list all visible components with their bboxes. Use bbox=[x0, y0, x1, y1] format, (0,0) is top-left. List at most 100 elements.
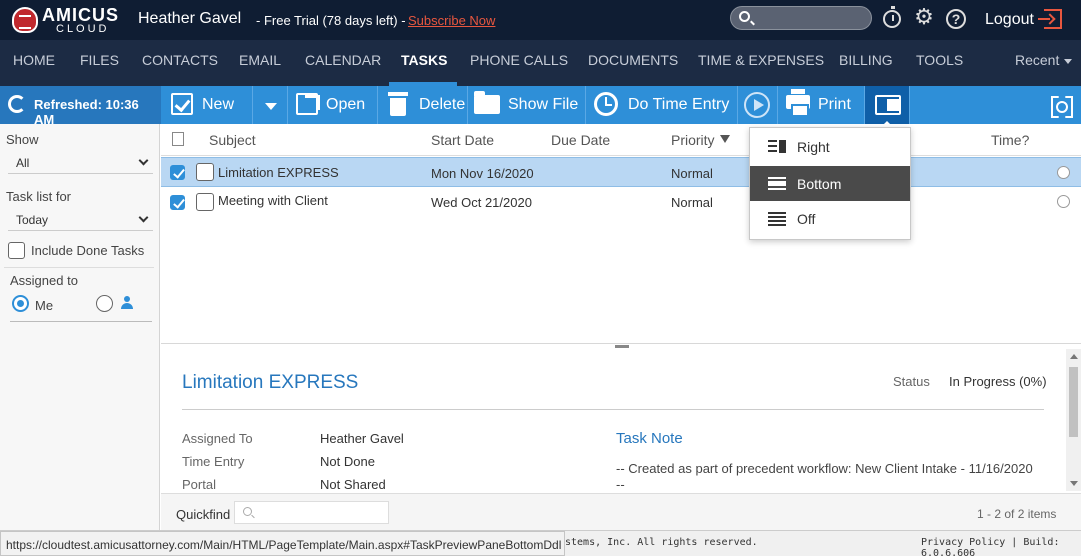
pane-off-icon bbox=[768, 212, 786, 226]
delete-label: Delete bbox=[419, 96, 466, 113]
nav-files[interactable]: FILES bbox=[80, 52, 119, 68]
scroll-thumb[interactable] bbox=[1069, 367, 1078, 437]
open-external-icon bbox=[296, 93, 320, 115]
help-icon[interactable]: ? bbox=[946, 9, 966, 29]
pane-splitter[interactable] bbox=[161, 343, 1081, 344]
menu-item-right-label: Right bbox=[797, 139, 830, 155]
nav-billing[interactable]: BILLING bbox=[839, 52, 893, 68]
task-done-checkbox[interactable] bbox=[196, 163, 214, 181]
assigned-to-label: Assigned To bbox=[182, 431, 253, 446]
col-start-date[interactable]: Start Date bbox=[431, 132, 494, 148]
logout-icon[interactable] bbox=[1038, 9, 1062, 29]
cell-priority: Normal bbox=[671, 166, 713, 181]
sidebar-divider bbox=[10, 321, 152, 322]
task-toolbar: Refreshed: 10:36 AM New Open Delete Show… bbox=[0, 86, 1081, 127]
nav-recent[interactable]: Recent bbox=[1015, 52, 1059, 68]
trial-status: - Free Trial (78 days left) - bbox=[256, 13, 406, 28]
subscribe-link[interactable]: Subscribe Now bbox=[408, 13, 495, 28]
refreshed-time: Refreshed: 10:36 AM bbox=[34, 97, 139, 127]
scroll-down-icon[interactable] bbox=[1070, 481, 1078, 486]
row-select-checkbox[interactable] bbox=[170, 165, 185, 180]
nav-time-expenses[interactable]: TIME & EXPENSES bbox=[698, 52, 824, 68]
open-label: Open bbox=[326, 96, 366, 113]
menu-item-off[interactable]: Off bbox=[750, 201, 910, 236]
nav-tasks[interactable]: TASKS bbox=[401, 52, 447, 68]
gear-icon[interactable]: ⚙ bbox=[914, 6, 934, 28]
stopwatch-icon[interactable] bbox=[883, 6, 901, 28]
top-header: AMICUS CLOUD Heather Gavel - Free Trial … bbox=[0, 0, 1081, 40]
col-priority[interactable]: Priority bbox=[671, 132, 715, 148]
new-button[interactable]: New bbox=[161, 86, 253, 124]
printer-icon bbox=[786, 89, 810, 117]
logout-button[interactable]: Logout bbox=[985, 11, 1034, 29]
assigned-me-radio[interactable] bbox=[12, 295, 29, 312]
task-done-checkbox[interactable] bbox=[196, 193, 214, 211]
preview-pane-icon bbox=[875, 95, 901, 115]
include-done-label: Include Done Tasks bbox=[31, 243, 145, 258]
drag-handle-icon[interactable] bbox=[615, 345, 629, 348]
timer-play-button[interactable] bbox=[738, 86, 778, 124]
table-row[interactable]: Meeting with Client Wed Oct 21/2020 Norm… bbox=[161, 187, 1081, 217]
quickfind-bar: Quickfind 1 - 2 of 2 items bbox=[161, 493, 1081, 530]
sidebar-divider bbox=[4, 267, 154, 268]
nav-documents[interactable]: DOCUMENTS bbox=[588, 52, 678, 68]
cell-start-date: Mon Nov 16/2020 bbox=[431, 166, 534, 181]
trash-icon bbox=[388, 92, 408, 116]
do-time-entry-button[interactable]: Do Time Entry bbox=[586, 86, 738, 124]
row-select-checkbox[interactable] bbox=[170, 195, 185, 210]
sort-desc-icon[interactable] bbox=[720, 135, 730, 143]
cell-start-date: Wed Oct 21/2020 bbox=[431, 195, 532, 210]
show-file-button[interactable]: Show File bbox=[468, 86, 586, 124]
include-done-checkbox[interactable] bbox=[8, 242, 25, 259]
folder-icon bbox=[474, 91, 500, 114]
quickfind-label: Quickfind bbox=[176, 507, 231, 522]
privacy-policy-link[interactable]: Privacy Policy | Build: 6.0.6.606 bbox=[921, 537, 1081, 556]
scroll-up-icon[interactable] bbox=[1070, 354, 1078, 359]
menu-item-bottom[interactable]: Bottom bbox=[750, 166, 910, 201]
quickfind-input[interactable] bbox=[234, 501, 389, 524]
menu-item-right[interactable]: Right bbox=[750, 129, 910, 164]
nav-tools[interactable]: TOOLS bbox=[916, 52, 963, 68]
assigned-other-radio[interactable] bbox=[96, 295, 113, 312]
time-radio[interactable] bbox=[1057, 195, 1070, 208]
refresh-icon bbox=[8, 95, 26, 113]
pane-bottom-icon bbox=[768, 177, 786, 190]
open-button[interactable]: Open bbox=[288, 86, 378, 124]
preview-pane-menu: Right Bottom Off bbox=[749, 127, 911, 240]
task-grid: Subject Start Date Due Date Priority Tim… bbox=[161, 124, 1081, 344]
show-value: All bbox=[16, 156, 30, 170]
grid-header: Subject Start Date Due Date Priority Tim… bbox=[161, 124, 1081, 156]
col-subject[interactable]: Subject bbox=[209, 132, 256, 148]
user-name: Heather Gavel bbox=[138, 10, 242, 27]
amicus-logo[interactable]: AMICUS CLOUD bbox=[12, 5, 122, 35]
nav-email[interactable]: EMAIL bbox=[239, 52, 281, 68]
status-bar-url: https://cloudtest.amicusattorney.com/Mai… bbox=[0, 531, 565, 556]
nav-phone-calls[interactable]: PHONE CALLS bbox=[470, 52, 568, 68]
nav-contacts[interactable]: CONTACTS bbox=[142, 52, 218, 68]
delete-button[interactable]: Delete bbox=[378, 86, 468, 124]
task-list-select[interactable]: Today bbox=[8, 209, 153, 231]
chevron-down-icon[interactable] bbox=[1064, 59, 1072, 64]
refresh-button[interactable]: Refreshed: 10:36 AM bbox=[0, 86, 161, 127]
task-note-text-2: -- bbox=[616, 477, 625, 491]
show-select[interactable]: All bbox=[8, 152, 153, 174]
table-row[interactable]: Limitation EXPRESS Mon Nov 16/2020 Norma… bbox=[161, 157, 1081, 187]
preview-pane-button[interactable] bbox=[865, 86, 910, 124]
col-time[interactable]: Time? bbox=[991, 132, 1029, 148]
nav-calendar[interactable]: CALENDAR bbox=[305, 52, 381, 68]
cell-priority: Normal bbox=[671, 195, 713, 210]
menu-item-off-label: Off bbox=[797, 211, 816, 227]
detail-title: Limitation EXPRESS bbox=[182, 372, 359, 393]
show-label: Show bbox=[6, 132, 39, 147]
global-search-input[interactable] bbox=[730, 6, 872, 30]
print-button[interactable]: Print bbox=[778, 86, 865, 124]
person-icon[interactable] bbox=[120, 296, 134, 310]
time-radio[interactable] bbox=[1057, 166, 1070, 179]
nav-home[interactable]: HOME bbox=[13, 52, 55, 68]
chevron-down-icon bbox=[138, 155, 149, 166]
new-dropdown-button[interactable] bbox=[253, 86, 288, 124]
portal-label: Portal bbox=[182, 477, 216, 491]
col-due-date[interactable]: Due Date bbox=[551, 132, 610, 148]
detail-scrollbar[interactable] bbox=[1066, 349, 1081, 491]
fullscreen-icon[interactable] bbox=[1051, 96, 1069, 114]
